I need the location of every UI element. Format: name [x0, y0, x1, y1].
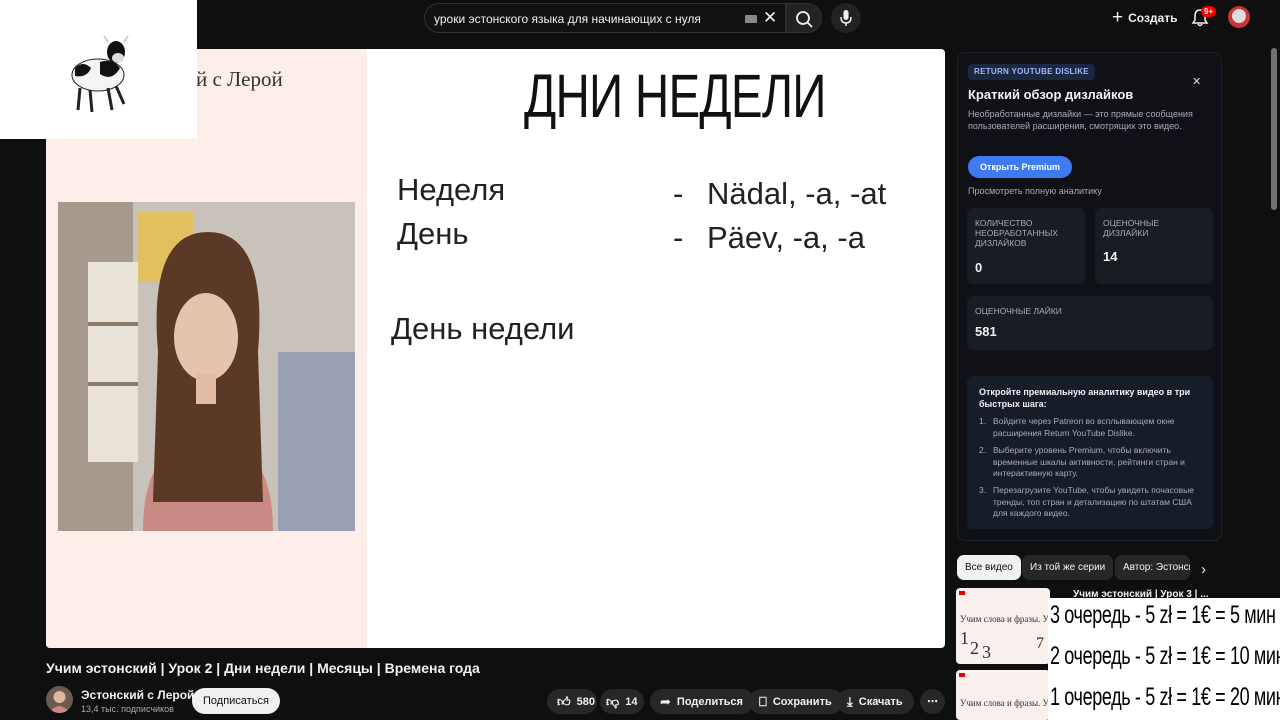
stat-value: 0 [975, 260, 983, 275]
open-premium-button[interactable]: Открыть Premium [968, 156, 1073, 178]
panel-description: Необработанные дизлайки — это прямые соо… [968, 109, 1193, 131]
svg-text:7: 7 [1036, 635, 1044, 652]
download-icon: ⤓ [847, 693, 853, 709]
slide-translation-week: Nädal, -a, -at [707, 176, 887, 211]
more-icon: ⋯ [927, 696, 938, 708]
download-button[interactable]: ⤓ Скачать [837, 689, 914, 714]
close-icon[interactable]: ✕ [1192, 75, 1201, 88]
stat-estimated-likes: Оценочные лайки 581 [967, 296, 1213, 350]
cow-image [71, 35, 129, 113]
presenter-webcam [58, 202, 355, 531]
panel-title: Краткий обзор дизлайков [968, 87, 1134, 102]
youtube-logo-icon [959, 591, 965, 595]
svg-text:3: 3 [982, 642, 991, 660]
slide-word-weekday: День недели [391, 311, 575, 346]
youtube-logo-icon [959, 673, 965, 677]
stat-raw-dislikes: Количество необработанных дизлайков 0 [967, 208, 1085, 284]
channel-name[interactable]: Эстонский с Лерой [81, 688, 194, 702]
chip-author[interactable]: Автор: Эстонск [1115, 555, 1190, 580]
digits-graphic: 1 2 3 7 [960, 628, 1044, 660]
step-text: Перезагрузите YouTube, чтобы увидеть поч… [993, 485, 1194, 518]
scrollbar-thumb[interactable] [1271, 48, 1277, 210]
share-label: Поделиться [676, 695, 743, 708]
subscriber-count: 13,4 тыс. подписчиков [81, 704, 174, 714]
full-analytics-link[interactable]: Просмотреть полную аналитику [968, 186, 1102, 196]
slide-channel-caption: й с Лерой [196, 67, 283, 91]
queue-line: 3 очередь - 5 zł = 1€ = 5 мин [1050, 601, 1276, 629]
share-icon: ➦ [660, 693, 671, 709]
save-button[interactable]: ⎕ Сохранить [749, 689, 843, 714]
account-avatar[interactable] [1228, 6, 1250, 28]
subscribe-button[interactable]: Подписаться [192, 688, 280, 714]
save-label: Сохранить [772, 695, 832, 708]
steps-title: Откройте премиальную аналитику видео в т… [979, 387, 1191, 409]
step-text: Выберите уровень Premium, чтобы включить… [993, 445, 1185, 478]
download-label: Скачать [858, 695, 903, 708]
recommendation-thumbnail[interactable]: Учим слова и фразы. Урок [956, 670, 1050, 720]
slide-dash-2: - [673, 220, 684, 255]
share-button[interactable]: ➦ Поделиться [650, 689, 754, 714]
clear-icon[interactable]: ✕ [763, 8, 777, 28]
video-title: Учим эстонский | Урок 2 | Дни недели | М… [46, 660, 480, 676]
keyboard-icon[interactable] [745, 15, 757, 23]
step-text: Войдите через Patreon во всплывающем окн… [993, 416, 1175, 438]
page: уроки эстонского языка для начинающих с … [0, 0, 1280, 720]
stat-value: 14 [1103, 249, 1118, 264]
stat-label: Оценочные дизлайки [1103, 218, 1160, 238]
search-input[interactable]: уроки эстонского языка для начинающих с … [424, 3, 786, 33]
stat-value: 581 [975, 324, 997, 339]
search-query: уроки эстонского языка для начинающих с … [434, 12, 701, 26]
chip-all-videos[interactable]: Все видео [957, 555, 1021, 580]
like-button[interactable]: 👍︎ 580 [547, 689, 597, 714]
slide-word-week: Неделя [397, 172, 506, 207]
thumbnail-text: Учим слова и фразы. Урок [960, 698, 1050, 708]
dislike-count: 14 [625, 695, 638, 708]
svg-text:1: 1 [960, 628, 969, 648]
thumbs-up-icon: 👍︎ [557, 693, 571, 709]
step-number: 3. [979, 485, 987, 495]
chevron-right-icon[interactable]: › [1201, 561, 1206, 578]
queue-overlay: 3 очередь - 5 zł = 1€ = 5 мин 2 очередь … [1048, 598, 1280, 720]
step-number: 1. [979, 416, 987, 426]
more-actions-button[interactable]: ⋯ [920, 689, 945, 714]
ryd-panel: RETURN YOUTUBE DISLIKE ✕ Краткий обзор д… [957, 52, 1222, 541]
step-number: 2. [979, 445, 987, 455]
plus-icon: + [1112, 7, 1124, 28]
queue-line: 2 очередь - 5 zł = 1€ = 10 мин [1050, 642, 1280, 670]
recommendation-thumbnail[interactable]: Учим слова и фразы. Урок 3 1 2 3 7 [956, 588, 1050, 664]
thumbnail-text: Учим слова и фразы. Урок 3 [960, 614, 1050, 624]
dislike-button[interactable]: 👎︎ 14 [600, 689, 644, 714]
stat-label: Оценочные лайки [975, 306, 1062, 316]
search-button[interactable] [786, 3, 822, 33]
search-icon [796, 11, 813, 28]
queue-line: 1 очередь - 5 zł = 1€ = 20 мин [1050, 683, 1280, 711]
ryd-tag: RETURN YOUTUBE DISLIKE [968, 64, 1095, 80]
stat-label: Количество необработанных дизлайков [975, 218, 1058, 248]
channel-avatar[interactable] [46, 686, 73, 713]
voice-search-button[interactable] [831, 3, 861, 33]
create-button[interactable]: + Создать [1112, 6, 1177, 30]
slide-word-day: День [397, 216, 469, 251]
bookmark-icon: ⎕ [759, 693, 767, 709]
notification-badge: 9+ [1201, 6, 1217, 17]
premium-steps-box: Откройте премиальную аналитику видео в т… [967, 376, 1213, 529]
slide-title: ДНИ НЕДЕЛИ [524, 62, 826, 130]
stat-estimated-dislikes: Оценочные дизлайки 14 [1095, 208, 1213, 284]
thumbs-down-icon: 👎︎ [606, 693, 620, 709]
svg-text:2: 2 [970, 638, 979, 658]
mic-icon [840, 10, 852, 26]
cow-overlay [0, 0, 197, 139]
create-label: Создать [1128, 11, 1178, 25]
chip-same-series[interactable]: Из той же серии [1022, 555, 1114, 580]
slide-dash-1: - [673, 176, 684, 211]
slide-translation-day: Päev, -a, -a [707, 220, 865, 255]
